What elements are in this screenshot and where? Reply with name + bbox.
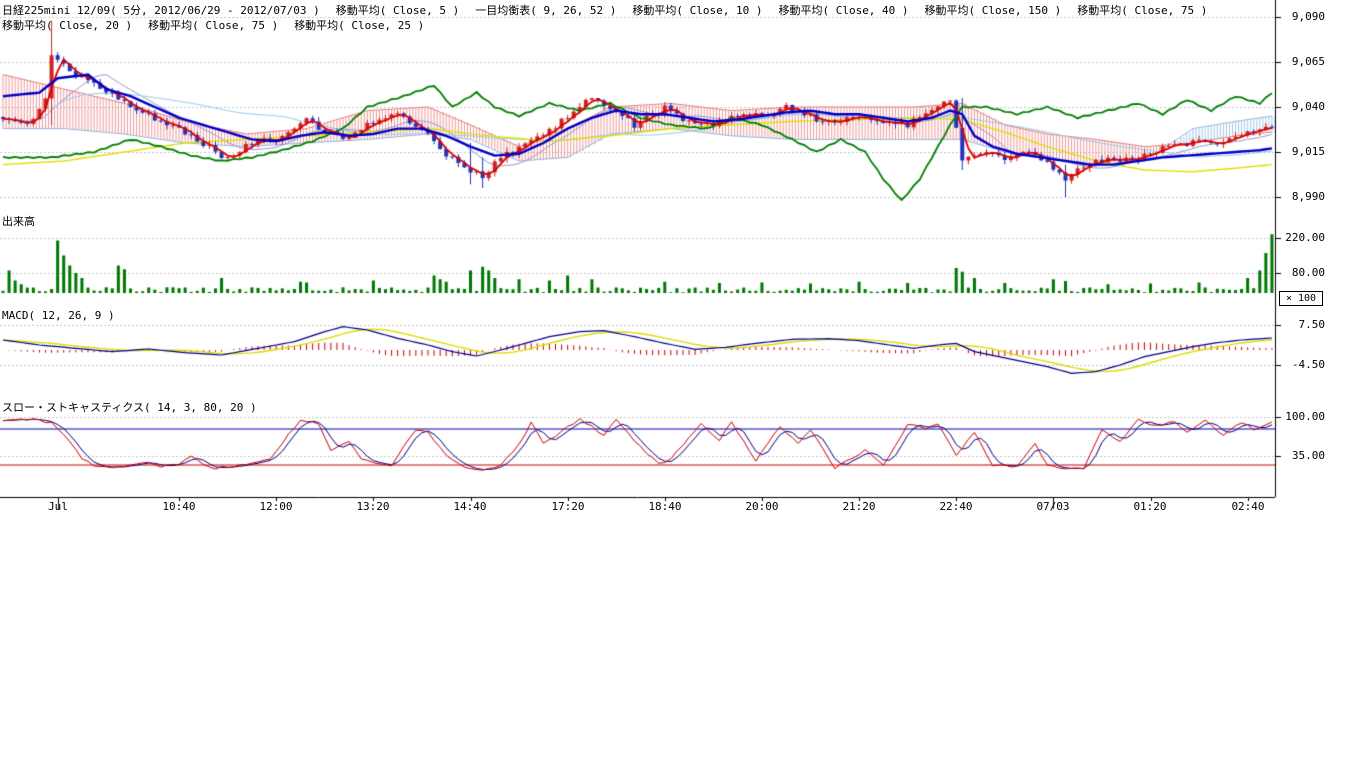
legend-item-ma150: 移動平均( Close, 150 ) [925,4,1062,18]
stoch-axis-label: 100.00 [1279,410,1325,423]
price-axis-label: 8,990 [1279,190,1325,203]
legend-item-ma40: 移動平均( Close, 40 ) [778,4,908,18]
time-axis-label: Jul [38,500,78,513]
time-axis-label: 10:40 [159,500,199,513]
stoch-pane-title: スロー・ストキャスティクス( 14, 3, 80, 20 ) [2,401,257,414]
macd-axis-label: 7.50 [1279,318,1325,331]
time-axis-label: 02:40 [1228,500,1268,513]
stoch-axis-label: 35.00 [1279,449,1325,462]
chart-legend-row1: 日経225mini 12/09( 5分, 2012/06/29 - 2012/0… [2,4,1207,18]
legend-item-ma25: 移動平均( Close, 25 ) [294,19,424,33]
time-axis-label: 18:40 [645,500,685,513]
time-axis-label: 20:00 [742,500,782,513]
time-axis-label: 13:20 [353,500,393,513]
time-axis-label: 07/03 [1033,500,1073,513]
volume-axis-label: 80.00 [1279,266,1325,279]
time-axis-label: 22:40 [936,500,976,513]
time-axis-label: 21:20 [839,500,879,513]
time-axis-label: 01:20 [1130,500,1170,513]
volume-axis-label: 220.00 [1279,231,1325,244]
legend-item-ma20: 移動平均( Close, 20 ) [2,19,132,33]
price-axis-label: 9,090 [1279,10,1325,23]
chart-window: 日経225mini 12/09( 5分, 2012/06/29 - 2012/0… [0,0,1366,768]
price-chart-canvas[interactable] [0,0,1366,520]
macd-pane-title: MACD( 12, 26, 9 ) [2,309,115,322]
price-axis-label: 9,065 [1279,55,1325,68]
price-axis-label: 9,040 [1279,100,1325,113]
legend-item-instrument: 日経225mini 12/09( 5分, 2012/06/29 - 2012/0… [2,4,320,18]
legend-item-ma5: 移動平均( Close, 5 ) [336,4,459,18]
volume-scale-badge: × 100 [1279,291,1323,306]
time-axis-label: 12:00 [256,500,296,513]
price-axis-label: 9,015 [1279,145,1325,158]
legend-item-ma75: 移動平均( Close, 75 ) [1077,4,1207,18]
macd-axis-label: -4.50 [1279,358,1325,371]
legend-item-ichimoku: 一目均衡表( 9, 26, 52 ) [475,4,616,18]
volume-pane-title: 出来高 [2,215,35,228]
time-axis-label: 14:40 [450,500,490,513]
chart-legend-row2: 移動平均( Close, 20 ) 移動平均( Close, 75 ) 移動平均… [2,19,424,33]
legend-item-ma75b: 移動平均( Close, 75 ) [148,19,278,33]
time-axis-label: 17:20 [548,500,588,513]
legend-item-ma10: 移動平均( Close, 10 ) [632,4,762,18]
